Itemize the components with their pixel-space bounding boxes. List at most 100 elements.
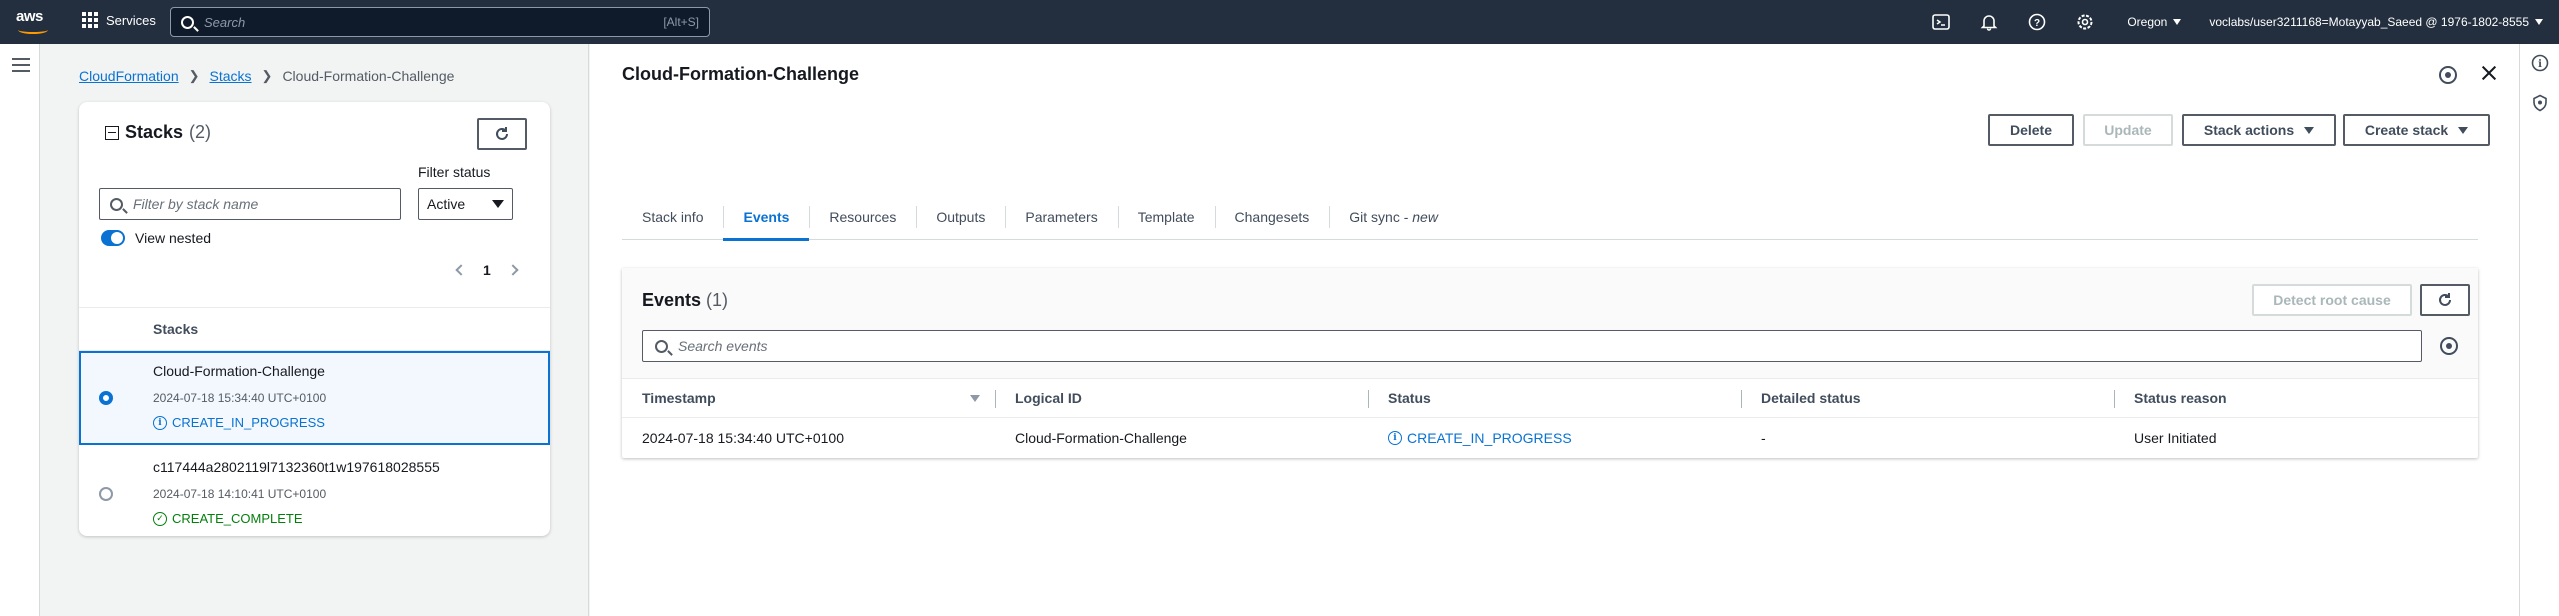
stacks-title: Stacks: [125, 122, 184, 142]
stacks-count: (2): [189, 122, 212, 142]
events-count: (1): [706, 290, 729, 310]
tab-parameters[interactable]: Parameters: [1005, 194, 1117, 240]
stacks-panel-area: CloudFormation ❯ Stacks ❯ Cloud-Formatio…: [41, 44, 589, 616]
cloudshell-button[interactable]: [1917, 0, 1965, 44]
settings-icon: [2077, 14, 2093, 30]
filter-status-select[interactable]: Active: [418, 188, 513, 220]
stack-radio[interactable]: [99, 487, 113, 501]
filter-status-label: Filter status: [418, 164, 491, 180]
refresh-icon: [496, 127, 508, 140]
search-events-input[interactable]: Search events: [642, 330, 2422, 362]
previous-page-icon[interactable]: [455, 264, 467, 276]
delete-button[interactable]: Delete: [1988, 114, 2074, 146]
account-menu[interactable]: voclabs/user3211168=Motayyab_Saeed @ 197…: [2199, 15, 2559, 29]
breadcrumb-cloudformation[interactable]: CloudFormation: [79, 68, 179, 84]
shield-icon[interactable]: [2531, 94, 2549, 112]
tab-git-sync-label: Git sync -: [1349, 208, 1413, 225]
tab-changesets[interactable]: Changesets: [1214, 194, 1330, 240]
breadcrumb-stacks[interactable]: Stacks: [210, 68, 252, 84]
info-panel-icon[interactable]: i: [2531, 54, 2549, 72]
caret-down-icon: [2173, 19, 2182, 25]
chevron-right-icon: ❯: [188, 68, 200, 83]
detect-root-cause-label: Detect root cause: [2273, 292, 2391, 308]
stacks-refresh-button[interactable]: [477, 118, 527, 150]
col-timestamp[interactable]: Timestamp: [642, 379, 716, 417]
tab-template[interactable]: Template: [1117, 194, 1215, 240]
stack-name[interactable]: c117444a2802119l7132360t1w197618028555: [153, 459, 440, 475]
close-icon[interactable]: [2480, 64, 2498, 82]
events-title: Events (1): [642, 290, 728, 311]
aws-logo[interactable]: aws: [16, 8, 56, 36]
update-button[interactable]: Update: [2083, 114, 2173, 146]
events-table-header: Timestamp Logical ID Status Detailed sta…: [622, 378, 2478, 418]
event-status[interactable]: i CREATE_IN_PROGRESS: [1388, 418, 1572, 458]
help-button[interactable]: ?: [2013, 0, 2061, 44]
tab-outputs[interactable]: Outputs: [916, 194, 1005, 240]
stack-name-filter-input[interactable]: Filter by stack name: [99, 188, 401, 220]
global-search-input[interactable]: Search [Alt+S]: [170, 7, 710, 37]
pagination: 1: [455, 262, 519, 278]
help-icon: ?: [2029, 13, 2046, 31]
stacks-header[interactable]: Stacks (2): [105, 122, 211, 143]
search-shortcut-hint: [Alt+S]: [663, 15, 699, 29]
settings-button[interactable]: [2061, 0, 2109, 44]
col-logical-id[interactable]: Logical ID: [1015, 379, 1082, 417]
tab-events[interactable]: Events: [723, 194, 810, 241]
stack-radio-selected[interactable]: [99, 391, 113, 405]
services-menu-button[interactable]: Services: [82, 12, 156, 28]
region-selector[interactable]: Oregon: [2109, 15, 2199, 29]
aws-logo-smile: [18, 26, 48, 34]
stack-actions-button[interactable]: Stack actions: [2182, 114, 2336, 146]
stack-timestamp: 2024-07-18 15:34:40 UTC+0100: [153, 391, 327, 405]
create-stack-button[interactable]: Create stack: [2343, 114, 2490, 146]
stack-tabs: Stack info Events Resources Outputs Para…: [622, 194, 2478, 241]
svg-text:i: i: [2538, 59, 2542, 70]
stack-name[interactable]: Cloud-Formation-Challenge: [153, 363, 325, 379]
region-label: Oregon: [2127, 15, 2168, 29]
stack-timestamp: 2024-07-18 14:10:41 UTC+0100: [153, 487, 327, 501]
view-nested-toggle[interactable]: [101, 230, 125, 246]
stack-status-text: CREATE_COMPLETE: [172, 511, 303, 526]
caret-down-icon: [492, 200, 504, 208]
stack-filter-placeholder: Filter by stack name: [133, 196, 259, 212]
events-card: Events (1) Detect root cause Search even…: [622, 268, 2478, 458]
grid-icon: [82, 12, 98, 28]
sort-descending-icon[interactable]: [970, 395, 980, 402]
stack-status-text: CREATE_IN_PROGRESS: [172, 415, 325, 430]
stack-status: i CREATE_IN_PROGRESS: [153, 415, 325, 430]
bell-icon: [1980, 15, 1998, 31]
col-status[interactable]: Status: [1388, 379, 1431, 417]
column-divider[interactable]: [995, 390, 996, 408]
column-divider[interactable]: [1741, 390, 1742, 408]
global-search-placeholder: Search: [204, 14, 246, 30]
nav-right-group: ? Oregon voclabs/user3211168=Motayyab_Sa…: [1917, 0, 2559, 44]
tab-resources[interactable]: Resources: [809, 194, 916, 240]
column-divider[interactable]: [1368, 390, 1369, 408]
stack-row[interactable]: Cloud-Formation-Challenge 2024-07-18 15:…: [79, 351, 550, 445]
next-page-icon[interactable]: [507, 264, 519, 276]
event-logical-id: Cloud-Formation-Challenge: [1015, 430, 1187, 446]
tab-git-sync[interactable]: Git sync - new: [1329, 194, 1458, 240]
notifications-button[interactable]: [1965, 0, 2013, 44]
gear-icon[interactable]: [2439, 66, 2457, 84]
stack-detail-main: Cloud-Formation-Challenge Delete Update …: [590, 44, 2519, 616]
collapse-icon[interactable]: [105, 125, 119, 140]
search-icon: [181, 15, 194, 29]
event-status-text: CREATE_IN_PROGRESS: [1407, 430, 1572, 446]
tab-stack-info[interactable]: Stack info: [622, 194, 723, 240]
col-status-reason[interactable]: Status reason: [2134, 379, 2227, 417]
stacks-column-header: Stacks: [79, 307, 550, 351]
page-title: Cloud-Formation-Challenge: [622, 64, 859, 84]
services-label: Services: [106, 12, 156, 28]
table-preferences-gear-icon[interactable]: [2440, 337, 2458, 355]
filter-status-value: Active: [427, 196, 466, 212]
menu-icon[interactable]: [12, 58, 30, 72]
detect-root-cause-button[interactable]: Detect root cause: [2252, 284, 2412, 316]
events-title-text: Events: [642, 290, 702, 310]
col-detailed-status[interactable]: Detailed status: [1761, 379, 1861, 417]
stack-row[interactable]: c117444a2802119l7132360t1w197618028555 2…: [79, 447, 550, 541]
current-page[interactable]: 1: [483, 262, 491, 278]
account-label: voclabs/user3211168=Motayyab_Saeed @ 197…: [2209, 15, 2529, 29]
column-divider[interactable]: [2114, 390, 2115, 408]
events-refresh-button[interactable]: [2420, 284, 2470, 316]
